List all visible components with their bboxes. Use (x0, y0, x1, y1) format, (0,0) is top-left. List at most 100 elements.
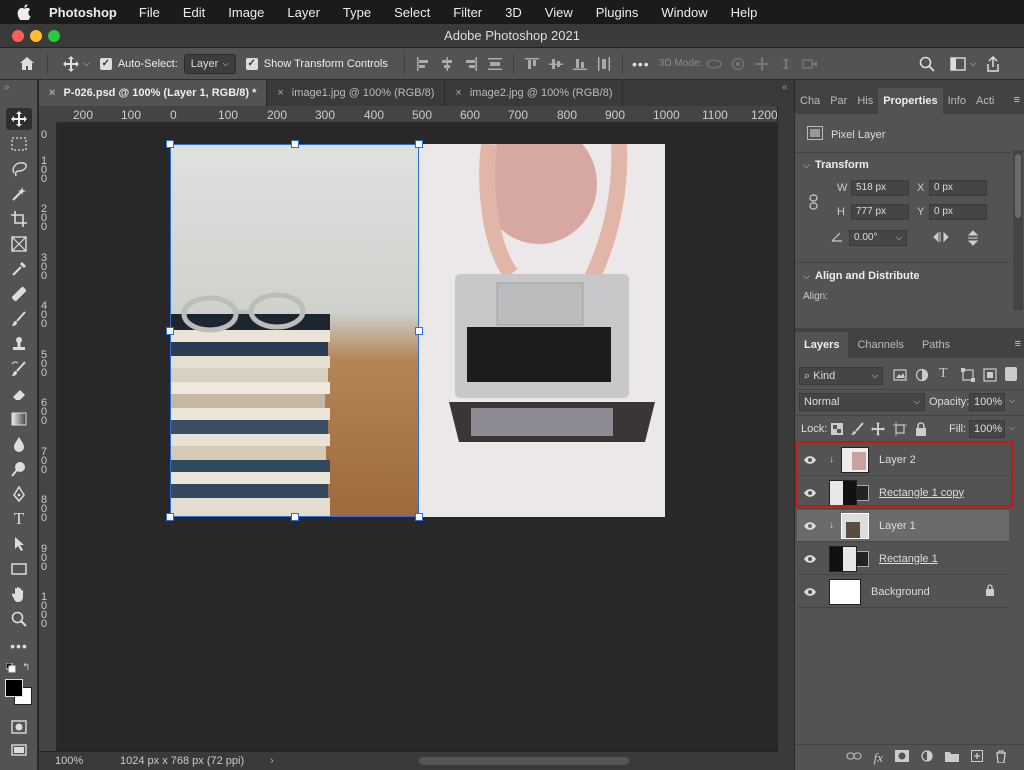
3d-scale-icon[interactable] (801, 55, 819, 73)
blend-mode-dropdown[interactable]: Normal ⌵ (799, 393, 925, 411)
menu-3d[interactable]: 3D (505, 5, 522, 20)
menu-image[interactable]: Image (228, 5, 264, 20)
hand-tool-button[interactable] (6, 583, 32, 605)
align-horizontal-centers-icon[interactable] (438, 55, 456, 73)
link-dimensions-icon[interactable] (809, 194, 819, 213)
lock-all-icon[interactable] (915, 422, 927, 439)
delete-layer-icon[interactable] (995, 749, 1007, 766)
ruler-corner[interactable] (39, 106, 57, 123)
search-icon[interactable] (918, 55, 936, 73)
auto-select-checkbox[interactable]: ✓ (99, 57, 112, 70)
layer-row-layer-1[interactable]: ↓ Layer 1 (797, 510, 1009, 542)
lock-artboard-icon[interactable] (893, 422, 907, 439)
3d-orbit-icon[interactable] (705, 55, 723, 73)
marquee-tool-button[interactable] (6, 133, 32, 155)
lock-position-icon[interactable] (871, 422, 885, 439)
auto-select-dropdown[interactable]: Layer ⌵ (183, 53, 236, 74)
menu-select[interactable]: Select (394, 5, 430, 20)
move-tool-icon[interactable] (62, 55, 80, 73)
zoom-window-button[interactable] (48, 30, 60, 42)
more-options-icon[interactable]: ••• (632, 55, 650, 73)
minimize-window-button[interactable] (30, 30, 42, 42)
lock-image-pixels-icon[interactable] (851, 422, 865, 439)
tab-info[interactable]: Info (943, 88, 971, 114)
collapse-toolbar-icon[interactable]: » (4, 82, 10, 93)
visibility-eye-icon[interactable] (797, 587, 823, 597)
layer-name[interactable]: Background (871, 586, 930, 598)
quick-mask-icon[interactable] (6, 716, 32, 738)
eraser-tool-button[interactable] (6, 383, 32, 405)
transform-handle[interactable] (415, 513, 423, 521)
zoom-level[interactable]: 100% (55, 755, 115, 767)
new-layer-icon[interactable] (971, 750, 983, 765)
panel-menu-icon[interactable]: ≡ (1014, 88, 1020, 114)
3d-roll-icon[interactable] (729, 55, 747, 73)
workspace-icon[interactable] (949, 55, 967, 73)
menu-filter[interactable]: Filter (453, 5, 482, 20)
tab-history[interactable]: His (852, 88, 878, 114)
filter-adjustment-icon[interactable] (915, 368, 929, 385)
clone-stamp-tool-button[interactable] (6, 333, 32, 355)
align-top-edges-icon[interactable] (523, 55, 541, 73)
layer-row-rectangle-1[interactable]: Rectangle 1 (797, 543, 1009, 575)
swap-colors-icon[interactable]: ↰ (22, 662, 30, 673)
tab-paragraph[interactable]: Par (825, 88, 852, 114)
collapse-align-icon[interactable]: ⌵ (803, 271, 810, 282)
link-layers-icon[interactable] (845, 751, 862, 764)
fill-field[interactable]: 100% (969, 420, 1005, 438)
angle-field[interactable]: 0.00° ⌵ (849, 230, 907, 246)
filter-toggle-switch[interactable] (1005, 367, 1017, 381)
menu-plugins[interactable]: Plugins (596, 5, 639, 20)
align-left-edges-icon[interactable] (414, 55, 432, 73)
visibility-eye-icon[interactable] (797, 554, 823, 564)
healing-brush-tool-button[interactable] (6, 283, 32, 305)
align-vertical-centers-icon[interactable] (547, 55, 565, 73)
show-transform-checkbox[interactable]: ✓ (245, 57, 258, 70)
filter-type-icon[interactable]: T (939, 366, 948, 382)
menu-view[interactable]: View (545, 5, 573, 20)
close-tab-icon[interactable]: × (277, 80, 283, 106)
eyedropper-tool-button[interactable] (6, 258, 32, 280)
canvas-area[interactable] (57, 123, 777, 751)
new-group-icon[interactable] (945, 750, 959, 765)
foreground-color-swatch[interactable] (5, 679, 23, 697)
move-tool-button[interactable] (6, 108, 32, 130)
flip-vertical-icon[interactable] (967, 230, 979, 249)
dodge-tool-button[interactable] (6, 458, 32, 480)
lock-transparent-pixels-icon[interactable] (831, 423, 843, 438)
add-mask-icon[interactable] (895, 750, 909, 765)
share-icon[interactable] (984, 55, 1002, 73)
horizontal-ruler[interactable]: 200 100 0 100 200 300 400 500 600 700 80… (57, 106, 777, 123)
layer-name[interactable]: Layer 1 (879, 520, 916, 532)
tab-p026[interactable]: × P-026.psd @ 100% (Layer 1, RGB/8) * (39, 80, 268, 106)
fx-icon[interactable]: fx (874, 750, 883, 766)
tab-channels[interactable]: Channels (848, 332, 912, 358)
tab-properties[interactable]: Properties (878, 88, 943, 114)
height-field[interactable]: 777 px (851, 204, 909, 220)
menu-file[interactable]: File (139, 5, 160, 20)
vertical-ruler[interactable]: 0 1 0 0 2 0 0 3 0 0 4 0 0 5 0 0 6 0 0 7 … (39, 123, 57, 751)
menu-type[interactable]: Type (343, 5, 371, 20)
app-name-menu[interactable]: Photoshop (49, 5, 117, 20)
pen-tool-button[interactable] (6, 483, 32, 505)
menu-layer[interactable]: Layer (287, 5, 320, 20)
canvas-horizontal-scrollbar[interactable] (419, 757, 629, 765)
align-right-edges-icon[interactable] (462, 55, 480, 73)
transform-bounding-box[interactable] (170, 144, 419, 517)
close-tab-icon[interactable]: × (455, 80, 461, 106)
status-menu-arrow-icon[interactable]: › (270, 755, 274, 767)
gradient-tool-button[interactable] (6, 408, 32, 430)
path-selection-tool-button[interactable] (6, 533, 32, 555)
tab-character[interactable]: Cha (795, 88, 825, 114)
menu-edit[interactable]: Edit (183, 5, 205, 20)
brush-tool-button[interactable] (6, 308, 32, 330)
menu-help[interactable]: Help (731, 5, 758, 20)
transform-handle[interactable] (166, 140, 174, 148)
filter-smart-object-icon[interactable] (983, 368, 997, 385)
adjustment-layer-icon[interactable] (921, 750, 933, 765)
distribute-horizontal-icon[interactable] (595, 55, 613, 73)
align-bottom-edges-icon[interactable] (571, 55, 589, 73)
layer-row-background[interactable]: Background (797, 576, 1009, 608)
lasso-tool-button[interactable] (6, 158, 32, 180)
tab-paths[interactable]: Paths (913, 332, 959, 358)
